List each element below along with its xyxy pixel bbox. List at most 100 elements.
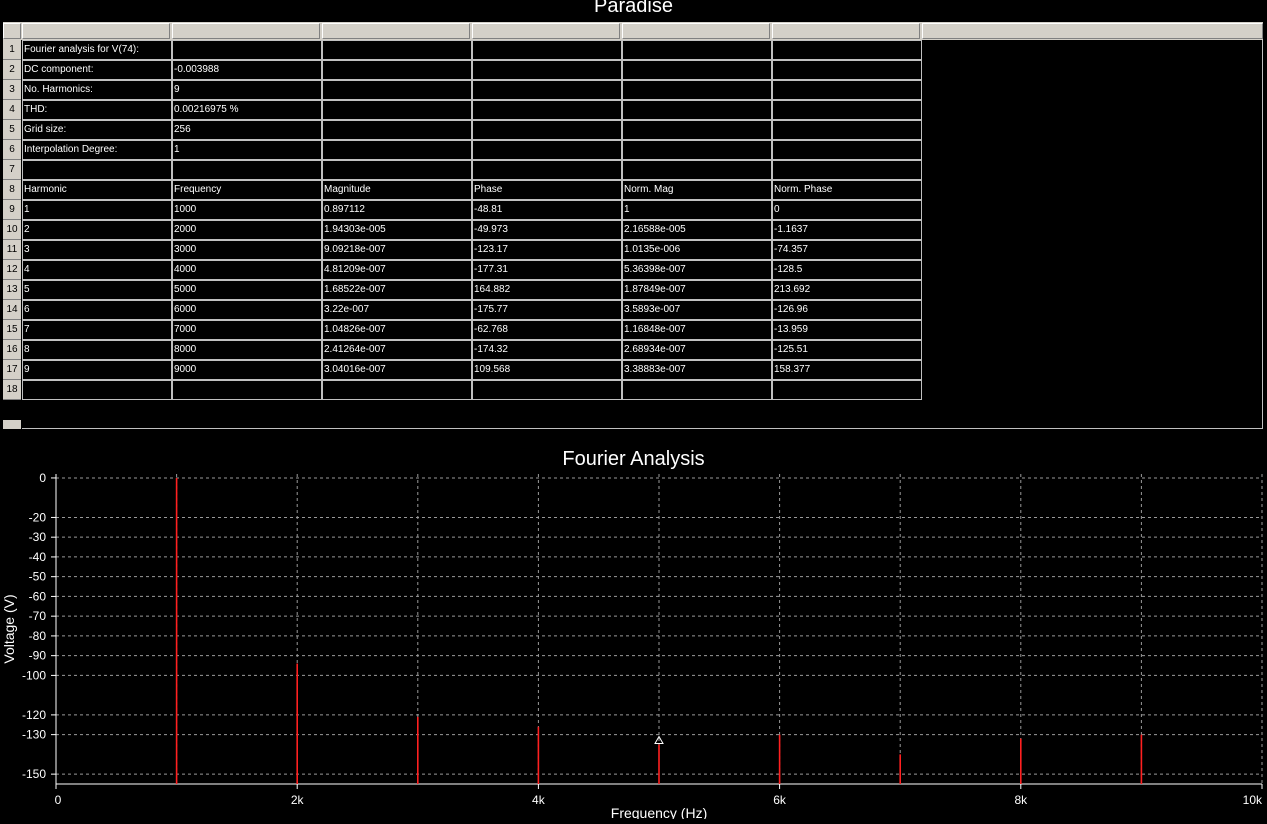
table-cell[interactable]: 256 bbox=[172, 120, 322, 140]
table-cell[interactable] bbox=[322, 140, 472, 160]
column-header-5[interactable] bbox=[622, 23, 770, 39]
table-cell[interactable]: 1.94303e-005 bbox=[322, 220, 472, 240]
column-header-3[interactable] bbox=[322, 23, 470, 39]
table-cell[interactable] bbox=[622, 160, 772, 180]
table-cell[interactable]: -175.77 bbox=[472, 300, 622, 320]
table-cell[interactable] bbox=[472, 40, 622, 60]
row-header[interactable]: 13 bbox=[3, 280, 21, 300]
table-cell[interactable] bbox=[472, 140, 622, 160]
row-header[interactable]: 3 bbox=[3, 80, 21, 100]
table-cell[interactable] bbox=[322, 60, 472, 80]
table-cell[interactable] bbox=[622, 40, 772, 60]
row-header[interactable]: 4 bbox=[3, 100, 21, 120]
table-cell[interactable]: -126.96 bbox=[772, 300, 922, 320]
table-cell[interactable] bbox=[322, 100, 472, 120]
table-cell[interactable] bbox=[772, 140, 922, 160]
table-cell[interactable] bbox=[472, 120, 622, 140]
row-header[interactable]: 2 bbox=[3, 60, 21, 80]
table-cell[interactable]: -0.003988 bbox=[172, 60, 322, 80]
table-cell[interactable]: 9.09218e-007 bbox=[322, 240, 472, 260]
table-cell[interactable]: -62.768 bbox=[472, 320, 622, 340]
table-cell[interactable] bbox=[22, 380, 172, 400]
table-cell[interactable]: 3.04016e-007 bbox=[322, 360, 472, 380]
row-header[interactable]: 8 bbox=[3, 180, 21, 200]
table-cell[interactable] bbox=[22, 160, 172, 180]
table-cell[interactable]: -49.973 bbox=[472, 220, 622, 240]
table-cell[interactable]: 3.38883e-007 bbox=[622, 360, 772, 380]
table-cell[interactable]: -13.959 bbox=[772, 320, 922, 340]
table-cell[interactable]: 2.41264e-007 bbox=[322, 340, 472, 360]
table-cell[interactable]: Frequency bbox=[172, 180, 322, 200]
table-cell[interactable]: Magnitude bbox=[322, 180, 472, 200]
table-cell[interactable]: 9 bbox=[22, 360, 172, 380]
column-header-4[interactable] bbox=[472, 23, 620, 39]
table-cell[interactable] bbox=[622, 100, 772, 120]
table-cell[interactable]: 5000 bbox=[172, 280, 322, 300]
table-cell[interactable]: 1 bbox=[622, 200, 772, 220]
table-cell[interactable]: 1.87849e-007 bbox=[622, 280, 772, 300]
table-cell[interactable]: Interpolation Degree: bbox=[22, 140, 172, 160]
table-cell[interactable]: -177.31 bbox=[472, 260, 622, 280]
table-cell[interactable] bbox=[472, 80, 622, 100]
row-header[interactable]: 5 bbox=[3, 120, 21, 140]
table-cell[interactable]: 6000 bbox=[172, 300, 322, 320]
table-cell[interactable]: 0.00216975 % bbox=[172, 100, 322, 120]
table-cell[interactable] bbox=[172, 380, 322, 400]
table-cell[interactable]: 1 bbox=[22, 200, 172, 220]
table-cell[interactable]: 3 bbox=[22, 240, 172, 260]
table-cell[interactable]: 213.692 bbox=[772, 280, 922, 300]
table-cell[interactable]: Harmonic bbox=[22, 180, 172, 200]
table-cell[interactable]: Norm. Phase bbox=[772, 180, 922, 200]
table-cell[interactable]: 164.882 bbox=[472, 280, 622, 300]
table-cell[interactable]: -1.1637 bbox=[772, 220, 922, 240]
table-cell[interactable]: 9 bbox=[172, 80, 322, 100]
row-header[interactable]: 16 bbox=[3, 340, 21, 360]
table-cell[interactable] bbox=[322, 120, 472, 140]
table-cell[interactable]: 2.16588e-005 bbox=[622, 220, 772, 240]
row-header[interactable]: 10 bbox=[3, 220, 21, 240]
column-header-6[interactable] bbox=[772, 23, 920, 39]
table-cell[interactable]: -128.5 bbox=[772, 260, 922, 280]
table-cell[interactable]: 1.16848e-007 bbox=[622, 320, 772, 340]
table-cell[interactable]: 4 bbox=[22, 260, 172, 280]
table-cell[interactable]: No. Harmonics: bbox=[22, 80, 172, 100]
table-cell[interactable] bbox=[472, 380, 622, 400]
row-header[interactable]: 18 bbox=[3, 380, 21, 400]
table-cell[interactable] bbox=[472, 100, 622, 120]
table-cell[interactable]: -74.357 bbox=[772, 240, 922, 260]
table-cell[interactable]: 2.68934e-007 bbox=[622, 340, 772, 360]
row-header[interactable]: 14 bbox=[3, 300, 21, 320]
table-cell[interactable] bbox=[472, 60, 622, 80]
table-cell[interactable] bbox=[322, 40, 472, 60]
row-header[interactable]: 1 bbox=[3, 40, 21, 60]
row-header[interactable]: 12 bbox=[3, 260, 21, 280]
table-cell[interactable] bbox=[172, 40, 322, 60]
table-cell[interactable] bbox=[472, 160, 622, 180]
table-cell[interactable] bbox=[322, 380, 472, 400]
row-header[interactable]: 11 bbox=[3, 240, 21, 260]
table-cell[interactable]: 8000 bbox=[172, 340, 322, 360]
table-cell[interactable] bbox=[772, 40, 922, 60]
column-header-2[interactable] bbox=[172, 23, 320, 39]
row-header[interactable]: 9 bbox=[3, 200, 21, 220]
table-cell[interactable]: DC component: bbox=[22, 60, 172, 80]
table-cell[interactable] bbox=[622, 380, 772, 400]
table-cell[interactable]: 6 bbox=[22, 300, 172, 320]
table-cell[interactable]: Norm. Mag bbox=[622, 180, 772, 200]
table-cell[interactable]: 3000 bbox=[172, 240, 322, 260]
table-cell[interactable]: 0 bbox=[772, 200, 922, 220]
row-header[interactable]: 6 bbox=[3, 140, 21, 160]
table-cell[interactable]: Grid size: bbox=[22, 120, 172, 140]
table-cell[interactable]: -123.17 bbox=[472, 240, 622, 260]
table-cell[interactable] bbox=[772, 100, 922, 120]
table-cell[interactable]: -48.81 bbox=[472, 200, 622, 220]
table-cell[interactable]: 1 bbox=[172, 140, 322, 160]
table-cell[interactable] bbox=[622, 140, 772, 160]
table-cell[interactable]: 109.568 bbox=[472, 360, 622, 380]
table-cell[interactable]: 7000 bbox=[172, 320, 322, 340]
table-cell[interactable]: Phase bbox=[472, 180, 622, 200]
table-cell[interactable] bbox=[772, 380, 922, 400]
table-cell[interactable] bbox=[772, 80, 922, 100]
table-cell[interactable]: 158.377 bbox=[772, 360, 922, 380]
table-cell[interactable] bbox=[622, 60, 772, 80]
